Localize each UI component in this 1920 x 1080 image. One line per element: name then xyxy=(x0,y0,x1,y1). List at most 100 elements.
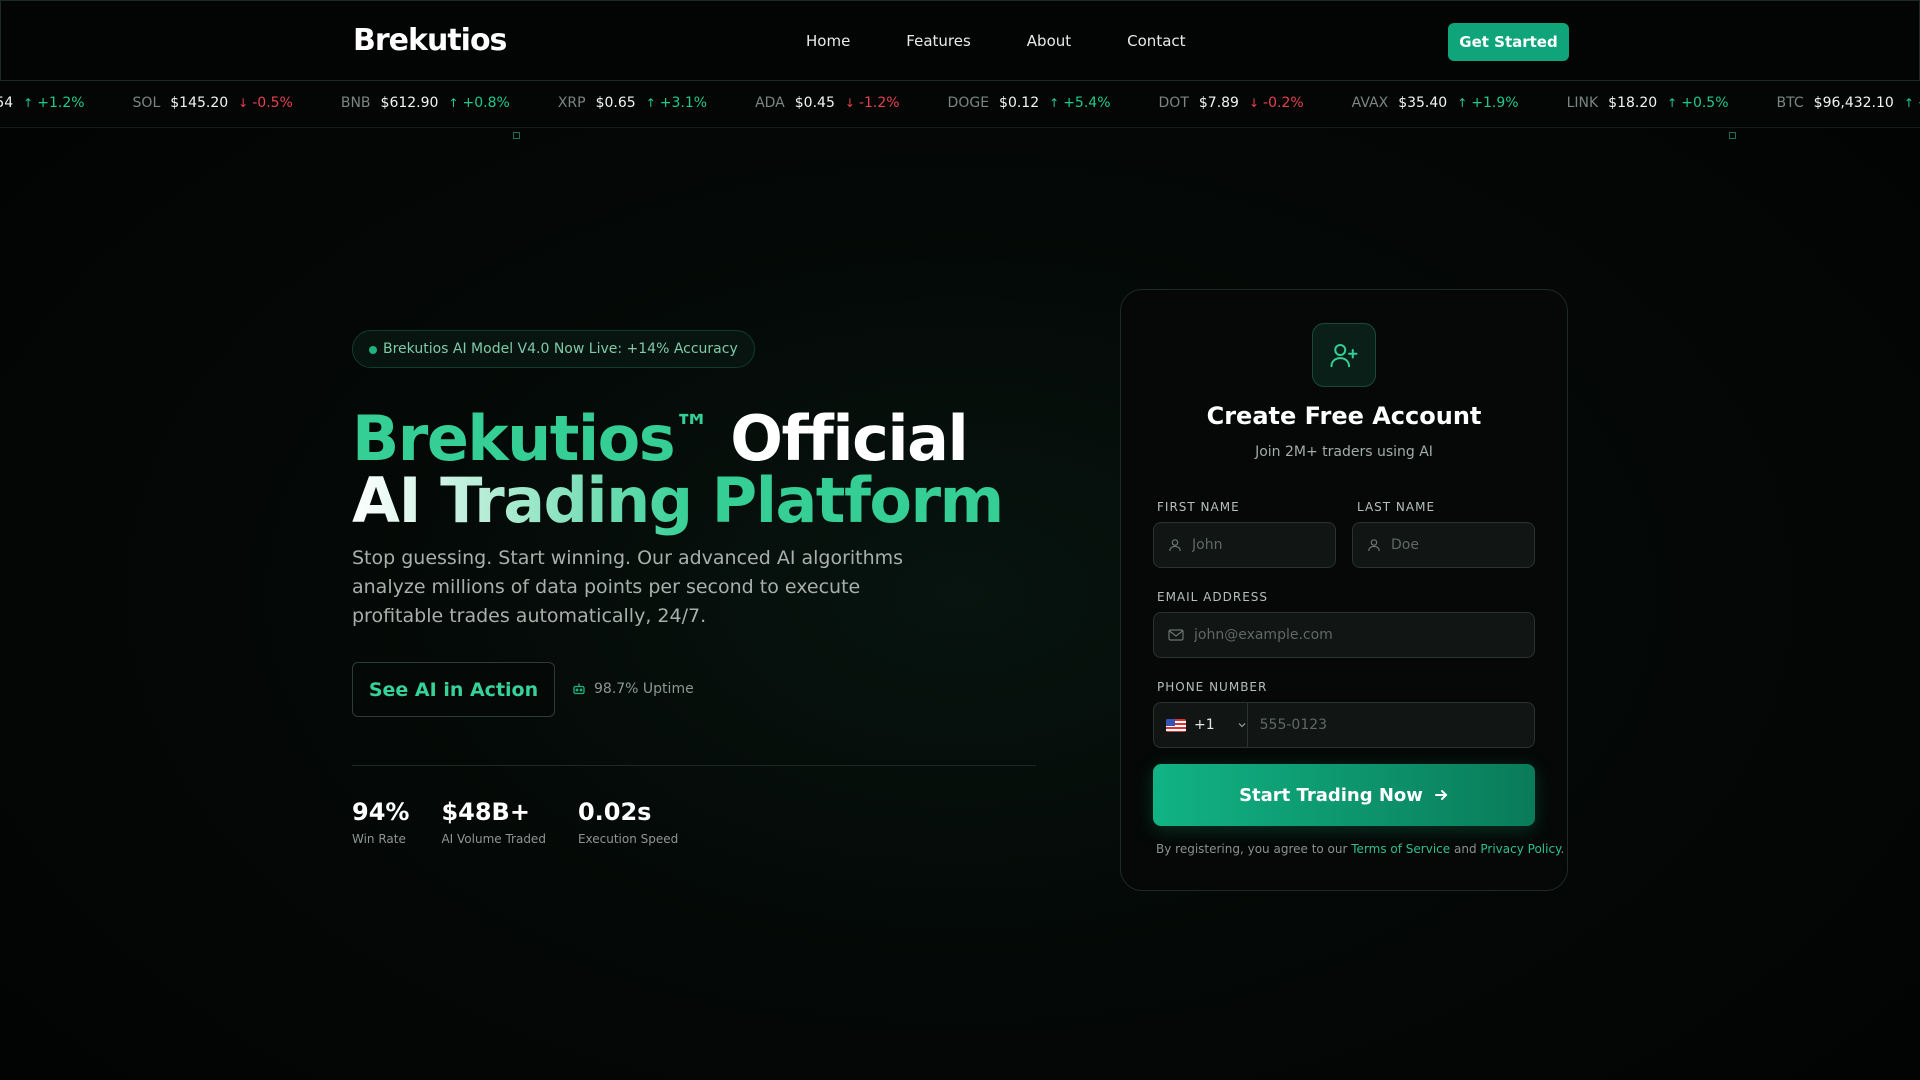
ticker-change: ↑+2.4% xyxy=(1904,95,1920,111)
legal-suffix: . xyxy=(1560,842,1565,856)
arrow-up-icon: ↑ xyxy=(1667,96,1678,110)
legal-notice: By registering, you agree to our Terms o… xyxy=(1156,842,1564,856)
ticker-change: ↓ -0.2% xyxy=(1249,95,1304,111)
see-ai-in-action-button[interactable]: See AI in Action xyxy=(352,662,555,717)
ticker-item: AVAX $35.40 ↑ +1.9% xyxy=(1352,95,1519,111)
stat-value: $48B+ xyxy=(441,798,530,826)
phone-field: +1 xyxy=(1153,702,1535,748)
stat-execution-speed: 0.02s Execution Speed xyxy=(578,798,678,846)
ticker-price: $0.45 xyxy=(794,95,835,111)
stat-volume: $48B+ AI Volume Traded xyxy=(441,798,545,846)
ticker-change-value: +3.1% xyxy=(659,95,708,111)
decorative-marker xyxy=(513,132,520,139)
ticker-item: SOL $145.20 ↓ -0.5% xyxy=(133,95,293,111)
ticker-price: $7.89 xyxy=(1198,95,1239,111)
ticker-symbol: BNB xyxy=(340,95,371,111)
first-name-input[interactable] xyxy=(1192,537,1335,553)
user-plus-icon xyxy=(1312,323,1376,387)
ticker-price: 1.54 xyxy=(0,95,14,111)
privacy-link[interactable]: Privacy Policy xyxy=(1480,842,1560,856)
ticker-price: $612.90 xyxy=(380,95,439,111)
announcement-badge: Brekutios AI Model V4.0 Now Live: +14% A… xyxy=(352,330,755,368)
ticker-price: $145.20 xyxy=(170,95,229,111)
nav-link-contact[interactable]: Contact xyxy=(1127,32,1185,50)
badge-text: Brekutios AI Model V4.0 Now Live: +14% A… xyxy=(383,341,738,357)
ticker-symbol: LINK xyxy=(1566,95,1599,111)
stat-value: 94% xyxy=(352,798,410,826)
email-label: EMAIL ADDRESS xyxy=(1157,590,1269,604)
user-icon xyxy=(1367,538,1381,552)
first-name-label: FIRST NAME xyxy=(1157,500,1240,514)
phone-input[interactable] xyxy=(1259,717,1534,733)
ticker-track: 1.54↑+1.2%SOL$145.20↓-0.5%BNB$612.90↑+0.… xyxy=(0,95,1920,111)
terms-link[interactable]: Terms of Service xyxy=(1351,842,1450,856)
signup-subtitle: Join 2M+ traders using AI xyxy=(1255,444,1433,460)
arrow-up-icon: ↑ xyxy=(448,96,459,110)
ticker-change-value: -0.2% xyxy=(1263,95,1304,111)
user-icon xyxy=(1168,538,1182,552)
ticker-change-value: +0.5% xyxy=(1681,95,1729,111)
ticker-change: ↓ -0.5% xyxy=(238,95,293,111)
ticker-symbol: AVAX xyxy=(1351,95,1389,111)
trademark-symbol: ™ xyxy=(674,408,711,449)
stat-win-rate: 94% Win Rate xyxy=(352,798,409,846)
top-navbar: Brekutios Home Features About Contact Ge… xyxy=(0,0,1920,81)
nav-link-about[interactable]: About xyxy=(1027,32,1071,50)
ticker-change-value: -0.5% xyxy=(252,95,293,111)
ticker-change-value: +1.9% xyxy=(1471,95,1519,111)
hero-subtitle: Stop guessing. Start winning. Our advanc… xyxy=(352,547,904,627)
hero-title: Brekutios™ Official AI Trading Platform xyxy=(352,398,1004,532)
mail-icon xyxy=(1168,628,1184,642)
title-platform: Platform xyxy=(711,464,1004,537)
arrow-down-icon: ↓ xyxy=(238,96,249,110)
email-field xyxy=(1153,612,1535,658)
ticker-symbol: XRP xyxy=(557,95,586,111)
arrow-up-icon: ↑ xyxy=(1903,96,1914,110)
arrow-up-icon: ↑ xyxy=(1457,96,1468,110)
ticker-change: ↑ +3.1% xyxy=(646,95,707,111)
country-code-select[interactable]: +1 xyxy=(1154,703,1248,747)
start-trading-button[interactable]: Start Trading Now xyxy=(1153,764,1535,826)
stat-label: Win Rate xyxy=(352,832,406,846)
last-name-field xyxy=(1352,522,1535,568)
ticker-change: ↑ +0.5% xyxy=(1667,95,1728,111)
robot-icon xyxy=(573,683,585,695)
stat-value: 0.02s xyxy=(577,798,652,826)
phone-label: PHONE NUMBER xyxy=(1157,680,1268,694)
last-name-label: LAST NAME xyxy=(1357,500,1436,514)
ticker-change: ↑ +0.8% xyxy=(448,95,509,111)
ticker-item: BNB $612.90 ↑ +0.8% xyxy=(341,95,510,111)
ticker-change-value: -1.2% xyxy=(858,95,900,111)
start-trading-label: Start Trading Now xyxy=(1239,784,1423,806)
ticker-item: DOT $7.89 ↓ -0.2% xyxy=(1159,95,1304,111)
ticker-price: $18.20 xyxy=(1608,95,1658,111)
country-code: +1 xyxy=(1194,717,1215,733)
get-started-button[interactable]: Get Started xyxy=(1448,23,1569,61)
signup-card: Create Free Account Join 2M+ traders usi… xyxy=(1120,289,1568,891)
legal-prefix: By registering, you agree to our xyxy=(1156,842,1348,856)
ticker-price: $0.65 xyxy=(595,95,636,111)
ticker-change: ↑ +1.2% xyxy=(23,95,84,111)
title-ai-trading: AI Trading xyxy=(352,464,693,537)
legal-and: and xyxy=(1453,842,1477,856)
ticker-symbol: DOGE xyxy=(947,95,990,111)
ticker-item: XRP $0.65 ↑ +3.1% xyxy=(558,95,707,111)
nav-link-features[interactable]: Features xyxy=(906,32,971,50)
arrow-right-icon xyxy=(1434,790,1448,800)
uptime-text: 98.7% Uptime xyxy=(594,681,694,697)
nav-link-home[interactable]: Home xyxy=(806,32,850,50)
price-ticker: 1.54↑+1.2%SOL$145.20↓-0.5%BNB$612.90↑+0.… xyxy=(0,81,1920,128)
arrow-up-icon: ↑ xyxy=(1049,96,1060,110)
nav-links: Home Features About Contact xyxy=(806,32,1242,50)
logo[interactable]: Brekutios xyxy=(353,23,507,58)
ticker-change-value: +1.2% xyxy=(37,95,85,111)
uptime-indicator: 98.7% Uptime xyxy=(572,681,694,697)
ticker-item: DOGE $0.12 ↑ +5.4% xyxy=(948,95,1111,111)
us-flag-icon xyxy=(1166,718,1186,732)
email-input[interactable] xyxy=(1194,627,1534,643)
ticker-item: 1.54 ↑+1.2% xyxy=(0,95,85,111)
ticker-change: ↓ -1.2% xyxy=(845,95,900,111)
last-name-input[interactable] xyxy=(1391,537,1534,553)
ticker-symbol: SOL xyxy=(132,95,161,111)
stats-divider xyxy=(352,765,1036,766)
